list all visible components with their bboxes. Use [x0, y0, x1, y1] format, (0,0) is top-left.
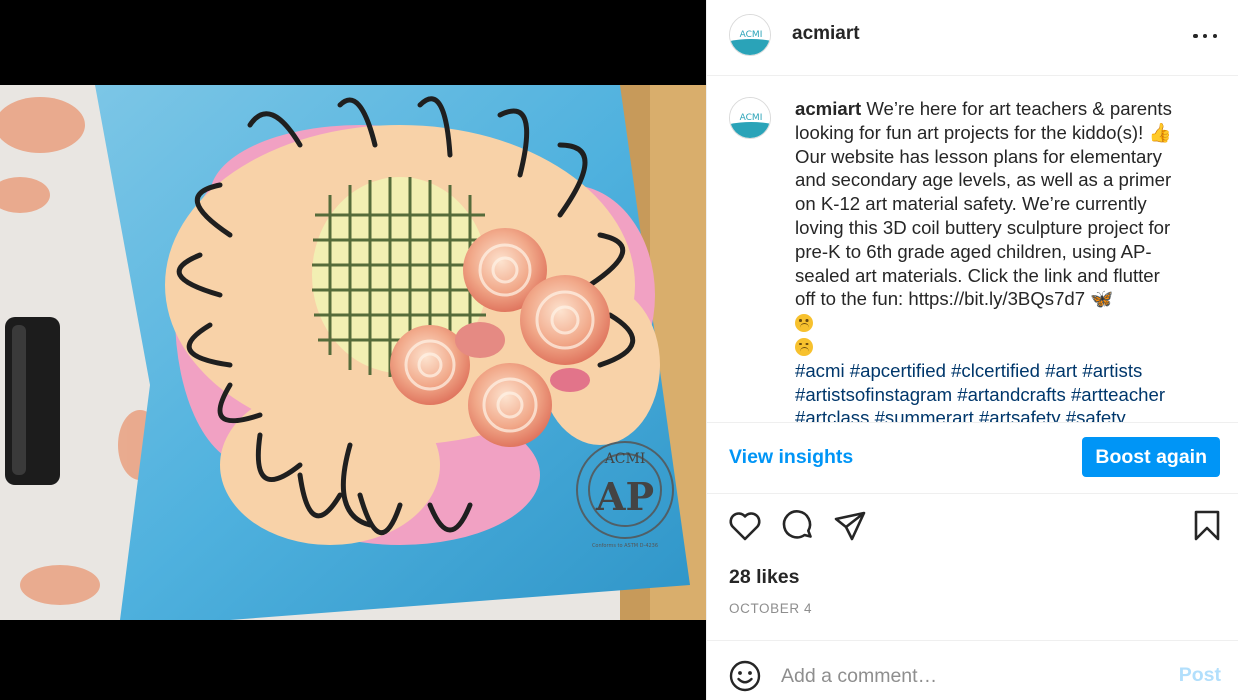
svg-text:AP: AP	[595, 474, 654, 519]
comment-icon[interactable]	[780, 508, 816, 544]
caption-line: looking for fun art projects for the kid…	[795, 121, 1172, 143]
caption-line: on K-12 art material safety. We’re curre…	[795, 193, 1147, 215]
view-insights-link[interactable]: View insights	[729, 446, 853, 469]
hashtag[interactable]: #artteacher	[1071, 384, 1165, 405]
post-date: OCTOBER 4	[729, 601, 813, 616]
caption-avatar[interactable]: ACMI	[729, 97, 771, 139]
hashtag[interactable]: #apcertified	[850, 360, 946, 381]
hashtag[interactable]: #artclass	[795, 407, 869, 422]
promotion-actions: View insights Boost again	[707, 422, 1238, 494]
caption-line: loving this 3D coil buttery sculpture pr…	[795, 216, 1171, 238]
hashtag[interactable]: #art	[1045, 360, 1077, 381]
caption-area: ACMI acmiart We’re here for art teachers…	[707, 77, 1238, 422]
hashtag[interactable]: #acmi	[795, 360, 845, 381]
emoji-icon[interactable]	[729, 660, 761, 692]
post-header: ACMI acmiart	[707, 0, 1238, 76]
post-media[interactable]: ACMI AP Conforms to ASTM D-4236	[0, 0, 706, 700]
hashtag[interactable]: #clcertified	[951, 360, 1040, 381]
caption-line: and secondary age levels, as well as a p…	[795, 169, 1172, 191]
svg-text:Conforms to ASTM D-4236: Conforms to ASTM D-4236	[592, 543, 658, 549]
caption-line: pre-K to 6th grade aged children, using …	[795, 240, 1152, 262]
heart-icon[interactable]	[727, 508, 763, 544]
caption-line: off to the fun: https://bit.ly/3BQs7d7 🦋	[795, 288, 1114, 310]
hashtag[interactable]: #summerart	[875, 407, 974, 422]
bookmark-icon[interactable]	[1189, 508, 1225, 544]
caption-line: Our website has lesson plans for element…	[795, 145, 1162, 167]
upside-down-face-icon	[795, 314, 813, 333]
post-action-icons	[707, 508, 1238, 548]
hashtag[interactable]: #artistsofinstagram	[795, 384, 952, 405]
hashtag[interactable]: #artists	[1082, 360, 1142, 381]
post-comment-button[interactable]: Post	[1179, 664, 1221, 687]
caption-line: sealed art materials. Click the link and…	[795, 264, 1160, 286]
share-icon[interactable]	[832, 508, 868, 544]
hashtag[interactable]: #artandcrafts	[957, 384, 1066, 405]
hashtag[interactable]: #artsafety	[979, 407, 1061, 422]
post-details-panel: ACMI acmiart ACMI acmiart We’re here for…	[706, 0, 1238, 700]
username[interactable]: acmiart	[792, 23, 860, 45]
caption-text: acmiart We’re here for art teachers & pa…	[795, 97, 1205, 422]
svg-text:ACMI: ACMI	[740, 30, 763, 40]
likes-count[interactable]: 28 likes	[729, 566, 799, 589]
caption-username[interactable]: acmiart	[795, 98, 861, 119]
hashtag[interactable]: #safety	[1066, 407, 1126, 422]
boost-again-button[interactable]: Boost again	[1082, 437, 1220, 477]
comment-input[interactable]	[781, 661, 1151, 691]
caption-line: We’re here for art teachers & parents	[861, 98, 1172, 119]
svg-text:ACMI: ACMI	[604, 451, 646, 467]
more-icon[interactable]	[1193, 26, 1217, 46]
svg-text:ACMI: ACMI	[740, 113, 763, 123]
upside-down-face-icon	[795, 337, 813, 356]
comment-bar: Post	[707, 640, 1238, 700]
post-image: ACMI AP Conforms to ASTM D-4236	[0, 85, 706, 620]
avatar[interactable]: ACMI	[729, 14, 771, 56]
